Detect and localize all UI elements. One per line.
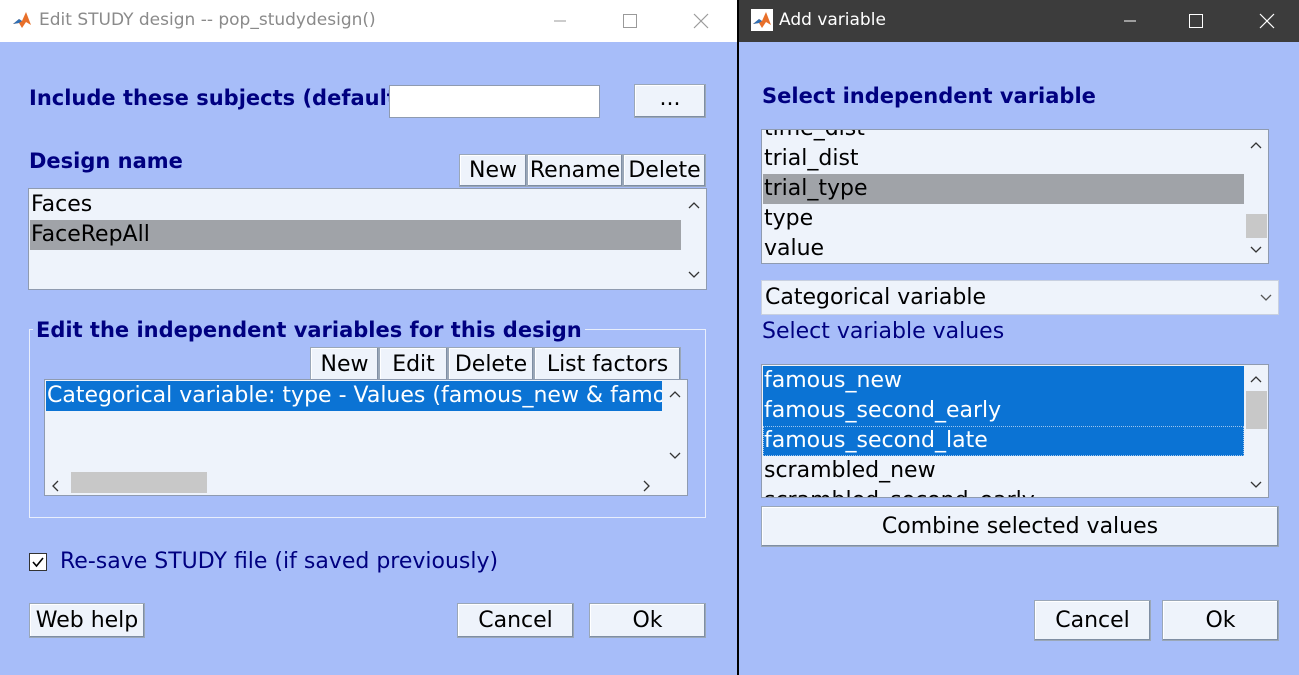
scroll-thumb[interactable] xyxy=(1246,214,1267,238)
resave-label: Re-save STUDY file (if saved previously) xyxy=(60,549,499,574)
value-item-famous-second-early[interactable]: famous_second_early xyxy=(763,396,1244,426)
new-design-button[interactable]: New xyxy=(459,154,527,187)
value-item-famous-new[interactable]: famous_new xyxy=(763,366,1244,396)
chevron-up-icon xyxy=(669,391,681,398)
scroll-down-button[interactable] xyxy=(1244,240,1268,260)
variable-item-time-dist[interactable]: time_dist xyxy=(763,130,1244,144)
scroll-down-button[interactable] xyxy=(682,265,706,285)
include-subjects-input[interactable] xyxy=(389,85,600,118)
variable-type-value: Categorical variable xyxy=(765,285,987,310)
variable-type-dropdown[interactable]: Categorical variable xyxy=(761,280,1279,315)
chevron-up-icon xyxy=(688,202,700,209)
maximize-icon xyxy=(1189,14,1203,28)
add-variable-window: Add variable Select independent variable… xyxy=(739,0,1299,675)
chevron-down-icon xyxy=(669,452,681,459)
scroll-up-button[interactable] xyxy=(1244,135,1268,155)
right-close-button[interactable] xyxy=(1244,0,1290,42)
independent-variables-title: Edit the independent variables for this … xyxy=(33,318,585,342)
chevron-right-icon xyxy=(643,480,650,492)
scroll-down-button[interactable] xyxy=(1244,475,1268,495)
include-subjects-label: Include these subjects (default: xyxy=(29,86,406,110)
right-title-bar: Add variable xyxy=(739,0,1299,42)
left-cancel-button[interactable]: Cancel xyxy=(457,603,574,638)
minimize-icon xyxy=(1124,20,1136,22)
hscroll-thumb[interactable] xyxy=(71,472,207,493)
edit-variable-button[interactable]: Edit xyxy=(379,347,448,381)
resave-checkbox[interactable] xyxy=(29,553,47,571)
variable-item-trial-dist[interactable]: trial_dist xyxy=(763,144,1244,174)
right-maximize-button[interactable] xyxy=(1173,0,1219,42)
independent-variables-list[interactable]: Categorical variable: type - Values (fam… xyxy=(44,379,688,496)
right-window-title: Add variable xyxy=(779,10,886,30)
maximize-icon xyxy=(623,14,637,28)
web-help-button[interactable]: Web help xyxy=(29,603,145,638)
checkmark-icon xyxy=(32,557,44,568)
select-variable-label: Select independent variable xyxy=(762,84,1096,108)
design-list[interactable]: Faces FaceRepAll xyxy=(28,188,707,290)
close-icon xyxy=(1259,13,1275,29)
variables-list-vscrollbar[interactable] xyxy=(663,380,687,470)
matlab-icon xyxy=(751,9,773,31)
matlab-icon xyxy=(11,9,33,31)
variable-item[interactable]: Categorical variable: type - Values (fam… xyxy=(46,381,662,411)
right-cancel-button[interactable]: Cancel xyxy=(1034,600,1151,641)
rename-design-button[interactable]: Rename xyxy=(527,154,623,187)
left-minimize-button[interactable] xyxy=(537,0,583,42)
design-name-label: Design name xyxy=(29,149,183,173)
variable-list-scrollbar[interactable] xyxy=(1244,130,1268,263)
values-list-scrollbar[interactable] xyxy=(1244,365,1268,497)
variable-item-value[interactable]: value xyxy=(763,234,1244,263)
list-factors-button[interactable]: List factors xyxy=(534,347,681,381)
scroll-up-button[interactable] xyxy=(663,384,687,404)
left-maximize-button[interactable] xyxy=(607,0,653,42)
new-variable-button[interactable]: New xyxy=(310,347,379,381)
design-list-scrollbar[interactable] xyxy=(682,189,706,289)
variable-list[interactable]: time_dist trial_dist trial_type type val… xyxy=(761,129,1269,264)
chevron-down-icon xyxy=(1260,294,1272,301)
close-icon xyxy=(693,13,709,29)
values-list[interactable]: famous_new famous_second_early famous_se… xyxy=(761,364,1269,498)
browse-subjects-button[interactable]: ... xyxy=(634,84,706,118)
variables-list-hscrollbar[interactable] xyxy=(45,470,687,495)
value-item-scrambled-new[interactable]: scrambled_new xyxy=(763,456,1244,486)
right-minimize-button[interactable] xyxy=(1107,0,1153,42)
scroll-down-button[interactable] xyxy=(663,446,687,466)
chevron-down-icon xyxy=(688,271,700,278)
scroll-up-button[interactable] xyxy=(1244,369,1268,389)
left-title-bar: Edit STUDY design -- pop_studydesign() xyxy=(0,0,737,42)
chevron-left-icon xyxy=(52,480,59,492)
minimize-icon xyxy=(554,20,566,22)
delete-variable-button[interactable]: Delete xyxy=(448,347,534,381)
value-item-famous-second-late[interactable]: famous_second_late xyxy=(763,426,1244,456)
variable-item-type[interactable]: type xyxy=(763,204,1244,234)
right-ok-button[interactable]: Ok xyxy=(1162,600,1279,641)
edit-study-design-window: Edit STUDY design -- pop_studydesign() I… xyxy=(0,0,737,675)
scroll-up-button[interactable] xyxy=(682,195,706,215)
variable-item-trial-type[interactable]: trial_type xyxy=(763,174,1244,204)
chevron-up-icon xyxy=(1250,142,1262,149)
left-window-title: Edit STUDY design -- pop_studydesign() xyxy=(39,10,376,30)
delete-design-button[interactable]: Delete xyxy=(623,154,706,187)
design-item-faces[interactable]: Faces xyxy=(30,190,681,220)
chevron-down-icon xyxy=(1250,246,1262,253)
left-ok-button[interactable]: Ok xyxy=(589,603,706,638)
chevron-down-icon xyxy=(1250,481,1262,488)
left-close-button[interactable] xyxy=(678,0,724,42)
value-item-scrambled-second-early[interactable]: scrambled_second_early xyxy=(763,486,1244,497)
scroll-thumb[interactable] xyxy=(1246,391,1267,429)
scroll-right-button[interactable] xyxy=(643,477,651,495)
chevron-up-icon xyxy=(1250,376,1262,383)
combine-values-button[interactable]: Combine selected values xyxy=(761,506,1279,547)
design-item-facerepall[interactable]: FaceRepAll xyxy=(30,220,681,250)
select-values-label: Select variable values xyxy=(762,319,1005,344)
scroll-left-button[interactable] xyxy=(51,477,59,495)
